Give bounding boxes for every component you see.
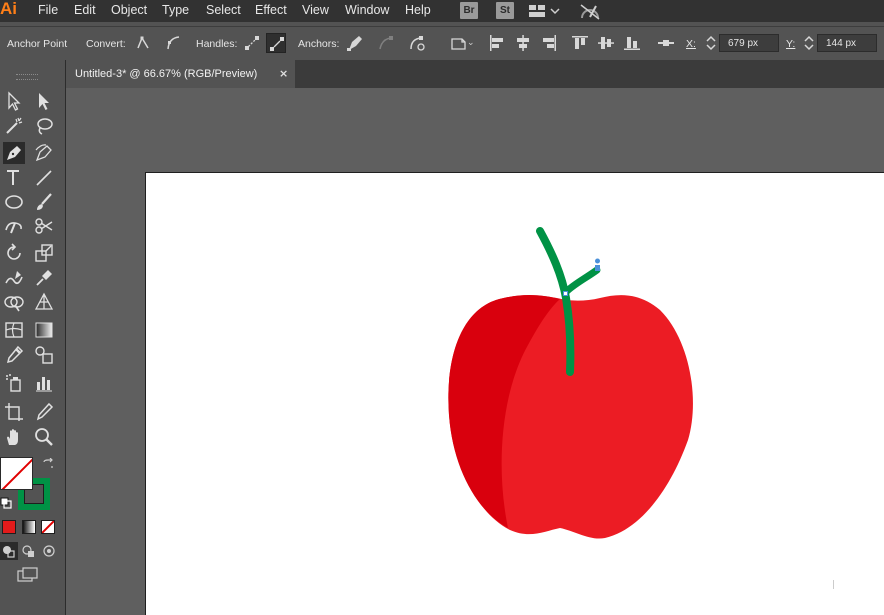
magic-wand-tool-icon[interactable]: [3, 115, 25, 137]
shape-builder-tool-icon[interactable]: [3, 291, 25, 313]
perspective-grid-tool-icon[interactable]: [33, 291, 55, 313]
gradient-mode-icon[interactable]: [22, 520, 36, 534]
draw-inside-icon[interactable]: [40, 542, 58, 560]
apple-artwork[interactable]: [0, 0, 884, 615]
screen-mode-icon[interactable]: [16, 566, 40, 584]
column-graph-tool-icon[interactable]: [33, 372, 55, 394]
warp-tool-icon[interactable]: [3, 267, 25, 289]
draw-normal-icon[interactable]: [0, 542, 18, 560]
artboard-tick: [833, 580, 834, 589]
shaper-tool-icon[interactable]: [3, 215, 25, 237]
eyedropper-tool-icon[interactable]: [3, 344, 25, 366]
paintbrush-tool-icon[interactable]: [33, 191, 55, 213]
blend-tool-icon[interactable]: [33, 344, 55, 366]
scissors-tool-icon[interactable]: [33, 215, 55, 237]
color-mode-icon[interactable]: [2, 520, 16, 534]
ellipse-tool-icon[interactable]: [3, 191, 25, 213]
pen-tool-icon[interactable]: [3, 142, 25, 164]
fill-swatch[interactable]: [0, 457, 33, 490]
zoom-tool-icon[interactable]: [33, 426, 55, 448]
symbol-sprayer-tool-icon[interactable]: [3, 372, 25, 394]
line-segment-tool-icon[interactable]: [33, 167, 55, 189]
mesh-tool-icon[interactable]: [3, 319, 25, 341]
slice-tool-icon[interactable]: [33, 401, 55, 423]
artboard-tool-icon[interactable]: [3, 401, 25, 423]
stem-anchor-point[interactable]: [563, 291, 568, 296]
draw-behind-icon[interactable]: [20, 542, 38, 560]
twig-anchor-point[interactable]: [595, 265, 600, 271]
rotate-tool-icon[interactable]: [3, 242, 25, 264]
gradient-tool-icon[interactable]: [33, 319, 55, 341]
lasso-tool-icon[interactable]: [33, 115, 55, 137]
hand-tool-icon[interactable]: [3, 426, 25, 448]
none-mode-icon[interactable]: [41, 520, 55, 534]
default-fill-stroke-icon[interactable]: [0, 497, 12, 512]
anchor-handle-point[interactable]: [595, 258, 600, 264]
type-tool-icon[interactable]: [3, 167, 25, 189]
toolbox-grip[interactable]: [16, 74, 38, 80]
selection-tool-icon[interactable]: [3, 90, 25, 112]
puppet-warp-tool-icon[interactable]: [33, 267, 55, 289]
toolbox: [0, 60, 66, 615]
scale-tool-icon[interactable]: [33, 242, 55, 264]
apple-twig[interactable]: [562, 266, 601, 296]
curvature-tool-icon[interactable]: [33, 142, 55, 164]
direct-selection-tool-icon[interactable]: [33, 90, 55, 112]
swap-fill-stroke-icon[interactable]: [42, 457, 54, 473]
